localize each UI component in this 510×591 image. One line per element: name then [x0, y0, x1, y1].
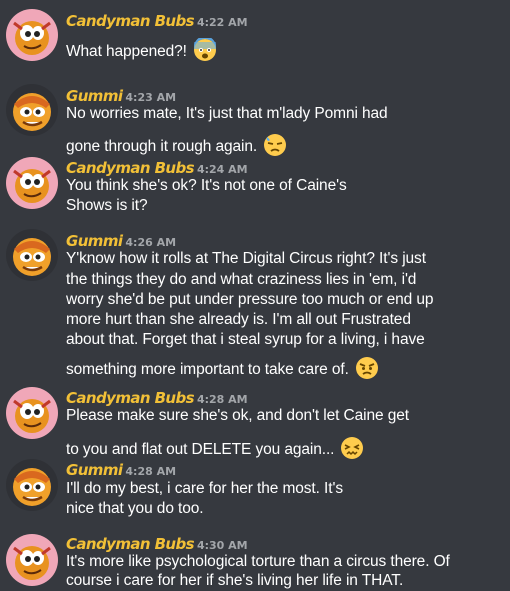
message-text: No worries mate, It's just that m'lady P… — [66, 105, 388, 122]
confounded-face-icon — [340, 436, 364, 460]
avatar-candyman-bubs[interactable] — [6, 534, 58, 586]
message-text: Shows is it? — [66, 197, 148, 214]
avatar-gummi[interactable] — [6, 229, 58, 281]
fearful-face-icon — [193, 38, 217, 62]
author-name[interactable]: Candyman Bubs — [66, 535, 195, 553]
message-header: Gummi 4:26 AM — [66, 232, 176, 251]
timestamp: 4:22 AM — [196, 16, 248, 29]
message-header: Candyman Bubs 4:22 AM — [66, 12, 248, 31]
author-name[interactable]: Candyman Bubs — [66, 159, 195, 177]
message-header: Gummi 4:23 AM — [66, 87, 176, 106]
avatar-candyman-bubs[interactable] — [6, 157, 58, 209]
message-text: nice that you do too. — [66, 500, 204, 517]
message-text: the things they do and what craziness li… — [66, 271, 417, 288]
downcast-sweat-face-icon — [263, 133, 287, 157]
avatar-candyman-bubs[interactable] — [6, 9, 58, 61]
avatar-gummi[interactable] — [6, 459, 58, 511]
timestamp: 4:24 AM — [196, 163, 248, 176]
message-text: Y'know how it rolls at The Digital Circu… — [66, 250, 426, 267]
message-text: gone through it rough again. — [66, 133, 287, 159]
message-text: more hurt than she already is. I'm all o… — [66, 311, 411, 328]
message-text: something more important to take care of… — [66, 356, 379, 382]
message-header: Candyman Bubs 4:30 AM — [66, 535, 248, 554]
timestamp: 4:30 AM — [196, 539, 248, 552]
message-header: Candyman Bubs 4:28 AM — [66, 389, 248, 408]
avatar-candyman-bubs[interactable] — [6, 387, 58, 439]
timestamp: 4:28 AM — [125, 465, 177, 478]
message-header: Candyman Bubs 4:24 AM — [66, 159, 248, 178]
timestamp: 4:23 AM — [125, 91, 177, 104]
message-text: course i care for her if she's living he… — [66, 572, 404, 589]
author-name[interactable]: Gummi — [66, 232, 123, 250]
author-name[interactable]: Gummi — [66, 87, 123, 105]
message-text: It's more like psychological torture tha… — [66, 553, 450, 570]
author-name[interactable]: Candyman Bubs — [66, 389, 195, 407]
message-text: to you and flat out DELETE you again... — [66, 436, 364, 462]
author-name[interactable]: Candyman Bubs — [66, 12, 195, 30]
timestamp: 4:28 AM — [196, 393, 248, 406]
message-text: You think she's ok? It's not one of Cain… — [66, 177, 347, 194]
angry-face-icon — [355, 356, 379, 380]
avatar-gummi[interactable] — [6, 84, 58, 136]
message-header: Gummi 4:28 AM — [66, 461, 176, 480]
author-name[interactable]: Gummi — [66, 461, 123, 479]
timestamp: 4:26 AM — [125, 236, 177, 249]
message-text: Please make sure she's ok, and don't let… — [66, 407, 409, 424]
message-text: about that. Forget that i steal syrup fo… — [66, 331, 425, 348]
message-text: worry she'd be put under pressure too mu… — [66, 291, 434, 308]
message-text: I'll do my best, i care for her the most… — [66, 480, 343, 497]
message-text: What happened?! — [66, 38, 217, 64]
